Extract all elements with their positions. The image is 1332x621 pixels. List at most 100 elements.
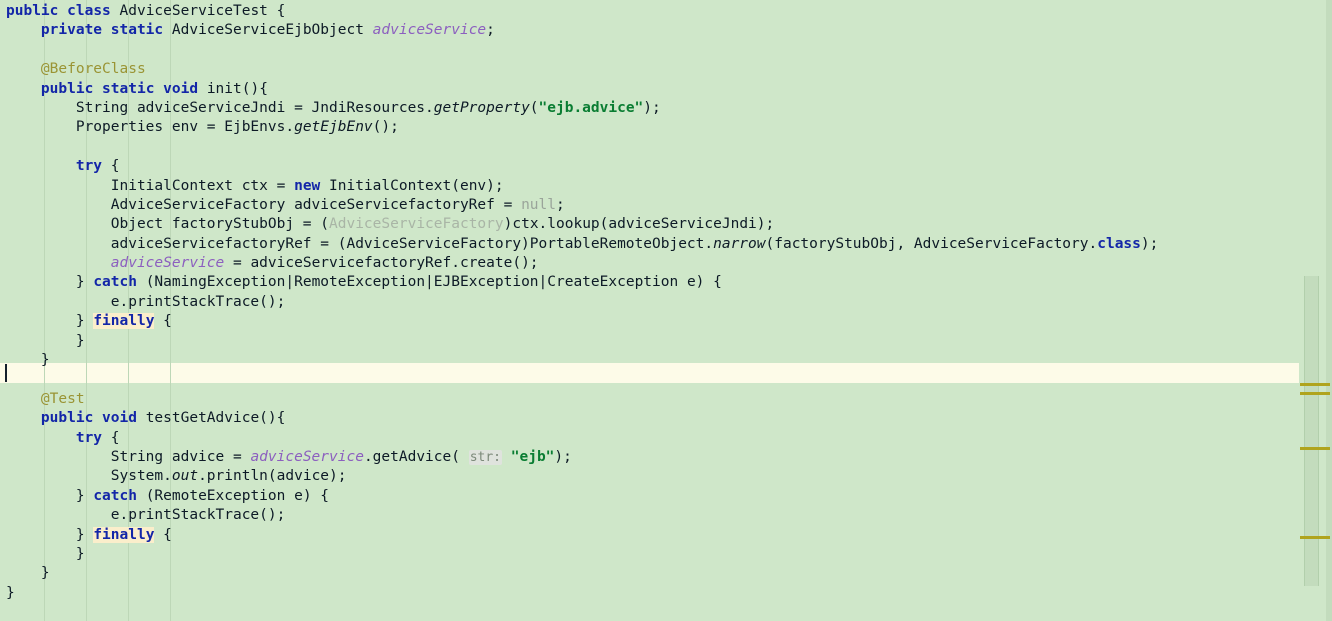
code-token: e.printStackTrace();: [6, 293, 286, 310]
code-line[interactable]: System.out.println(advice);: [0, 467, 1332, 486]
code-token: try: [75, 429, 103, 446]
code-token: }: [6, 332, 85, 349]
code-token: finally: [93, 526, 155, 543]
code-line[interactable]: String advice = adviceService.getAdvice(…: [0, 448, 1332, 467]
code-token: ;: [555, 196, 565, 213]
code-token: }: [6, 526, 94, 543]
code-token: InitialContext ctx =: [6, 177, 295, 194]
code-line[interactable]: @Test: [0, 390, 1332, 409]
code-token: String adviceServiceJndi = JndiResources…: [6, 99, 434, 116]
code-token: InitialContext(env);: [320, 177, 504, 194]
scrollbar-warning-marker[interactable]: [1300, 392, 1330, 395]
code-token: = adviceServicefactoryRef.create();: [224, 255, 539, 272]
code-line[interactable]: [0, 41, 1332, 60]
code-token: public: [6, 3, 59, 19]
code-token: narrow: [713, 235, 766, 252]
code-token: .println(advice);: [198, 468, 347, 485]
code-line[interactable]: public static void init(){: [0, 80, 1332, 99]
code-token: {: [102, 429, 120, 446]
code-text[interactable]: public class AdviceServiceTest { private…: [0, 0, 1332, 603]
code-token: class: [67, 3, 111, 19]
code-line[interactable]: Object factoryStubObj = (AdviceServiceFa…: [0, 215, 1332, 234]
code-token: finally: [93, 313, 155, 330]
code-token: null: [521, 196, 556, 213]
code-line[interactable]: Properties env = EjbEnvs.getEjbEnv();: [0, 118, 1332, 137]
vertical-scrollbar-thumb[interactable]: [1304, 276, 1319, 586]
code-token: String advice =: [6, 448, 251, 465]
code-line[interactable]: [0, 370, 1332, 389]
code-token: new: [294, 177, 321, 194]
code-token: AdviceServiceFactory: [329, 216, 504, 233]
scrollbar-warning-marker[interactable]: [1300, 536, 1330, 539]
code-token: init(){: [198, 80, 268, 97]
code-token: getEjbEnv: [294, 119, 373, 136]
code-token: void: [102, 410, 137, 427]
code-token: testGetAdvice(){: [136, 410, 286, 427]
code-token: e.printStackTrace();: [6, 507, 286, 524]
code-token: }: [6, 584, 15, 601]
text-caret: [5, 364, 7, 382]
code-line[interactable]: public class AdviceServiceTest {: [0, 2, 1332, 21]
code-line[interactable]: [0, 138, 1332, 157]
code-line[interactable]: }: [0, 545, 1332, 564]
code-token: adviceServicefactoryRef = (AdviceService…: [6, 235, 714, 252]
code-token: void: [163, 80, 199, 97]
code-line[interactable]: InitialContext ctx = new InitialContext(…: [0, 177, 1332, 196]
scrollbar-marker-gutter[interactable]: [1299, 0, 1332, 621]
code-token: catch: [93, 487, 137, 504]
code-token: AdviceServiceFactory adviceServicefactor…: [6, 196, 522, 213]
code-token: private: [40, 22, 103, 39]
code-token: getProperty: [433, 99, 530, 116]
code-line[interactable]: adviceService = adviceServicefactoryRef.…: [0, 254, 1332, 273]
code-token: adviceService: [250, 448, 364, 465]
code-line[interactable]: e.printStackTrace();: [0, 506, 1332, 525]
code-token: System.: [6, 468, 172, 485]
code-token: catch: [93, 274, 137, 291]
code-line[interactable]: }: [0, 332, 1332, 351]
code-line[interactable]: adviceServicefactoryRef = (AdviceService…: [0, 235, 1332, 254]
code-token: @Test: [40, 390, 85, 407]
code-line[interactable]: } finally {: [0, 312, 1332, 331]
code-line[interactable]: }: [0, 564, 1332, 583]
code-token: (RemoteException e) {: [136, 487, 330, 504]
code-line[interactable]: public void testGetAdvice(){: [0, 409, 1332, 428]
code-line[interactable]: try {: [0, 157, 1332, 176]
code-token: .getAdvice(: [363, 448, 469, 465]
code-line[interactable]: AdviceServiceFactory adviceServicefactor…: [0, 196, 1332, 215]
code-token: );: [643, 99, 661, 116]
code-token: static: [110, 22, 164, 39]
code-token: "ejb": [510, 448, 555, 465]
code-token: adviceService: [372, 22, 487, 39]
code-line[interactable]: } catch (RemoteException e) {: [0, 487, 1332, 506]
code-token: adviceService: [110, 255, 225, 272]
code-line[interactable]: try {: [0, 429, 1332, 448]
code-token: class: [1097, 235, 1141, 252]
code-line[interactable]: private static AdviceServiceEjbObject ad…: [0, 21, 1332, 40]
code-line[interactable]: @BeforeClass: [0, 60, 1332, 79]
scrollbar-warning-marker[interactable]: [1300, 383, 1330, 386]
code-line[interactable]: } finally {: [0, 526, 1332, 545]
code-editor-pane[interactable]: public class AdviceServiceTest { private…: [0, 0, 1332, 621]
code-token: }: [6, 352, 50, 369]
code-token: (NamingException|RemoteException|EJBExce…: [136, 274, 722, 291]
code-line[interactable]: }: [0, 351, 1332, 370]
code-line[interactable]: e.printStackTrace();: [0, 293, 1332, 312]
code-token: out: [171, 468, 199, 485]
scrollbar-warning-marker[interactable]: [1300, 447, 1330, 450]
code-token: static: [102, 80, 155, 97]
code-token: {: [154, 313, 172, 330]
code-line[interactable]: } catch (NamingException|RemoteException…: [0, 273, 1332, 292]
code-token: {: [154, 526, 172, 543]
code-line[interactable]: String adviceServiceJndi = JndiResources…: [0, 99, 1332, 118]
code-line[interactable]: }: [0, 584, 1332, 603]
code-token: Object factoryStubObj = (: [6, 216, 330, 233]
